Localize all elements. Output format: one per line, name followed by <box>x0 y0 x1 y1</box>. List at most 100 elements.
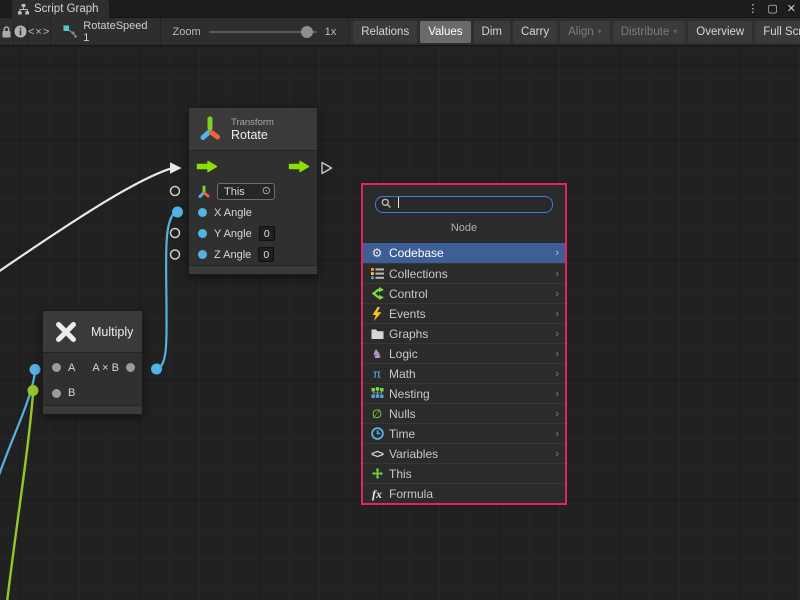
node-menu-item-nulls[interactable]: ∅Nulls› <box>363 403 565 423</box>
script-graph-window: Script Graph ⋮ ▢ ✕ <×> RotateSpeed 1 <box>0 0 800 600</box>
zoom-slider-thumb[interactable] <box>301 26 313 38</box>
zoom-control: Zoom 1x <box>161 18 350 45</box>
null-icon: ∅ <box>369 408 385 420</box>
y-angle-value-field[interactable]: 0 <box>259 226 275 241</box>
control-ports-row <box>189 151 317 181</box>
toolbar-button-distribute[interactable]: Distribute▾ <box>613 21 686 43</box>
code-icon: <×> <box>28 26 50 38</box>
graph-node-icon <box>63 25 77 39</box>
node-menu-item-variables[interactable]: <>Variables› <box>363 443 565 463</box>
toolbar-button-values[interactable]: Values <box>420 21 470 43</box>
control-input-arrow-icon[interactable] <box>196 160 218 173</box>
multiply-row-a: A A × B <box>43 353 142 382</box>
port-y-angle[interactable] <box>198 229 207 238</box>
input-row-y-angle: Y Angle 0 <box>189 223 317 245</box>
menu-item-label: Collections <box>389 267 551 281</box>
this-object-field[interactable]: This ⊙ <box>217 183 275 200</box>
node-footer <box>189 265 317 274</box>
this-field-value: This <box>224 186 258 198</box>
pi-icon: π <box>369 368 385 380</box>
search-input[interactable] <box>375 196 553 213</box>
toolbar-button-carry[interactable]: Carry <box>513 21 557 43</box>
tab-label: Script Graph <box>34 3 99 15</box>
button-label: Align <box>568 26 594 38</box>
submenu-chevron-icon: › <box>555 448 559 460</box>
node-menu-item-codebase[interactable]: ⚙Codebase› <box>363 243 565 263</box>
submenu-chevron-icon: › <box>555 328 559 340</box>
button-label: Values <box>428 26 462 38</box>
object-picker-icon[interactable]: ⊙ <box>262 186 271 197</box>
node-menu-list: ⚙Codebase›Collections›Control›Events›Gra… <box>363 243 565 503</box>
tab-bar: Script Graph ⋮ ▢ ✕ <box>0 0 800 18</box>
node-menu-item-logic[interactable]: ♞Logic› <box>363 343 565 363</box>
port-z-angle[interactable] <box>198 250 207 259</box>
submenu-chevron-icon: › <box>555 348 559 360</box>
unit-code-button[interactable]: <×> <box>28 18 51 45</box>
port-b[interactable] <box>52 389 61 398</box>
node-finder-popup: Node ⚙Codebase›Collections›Control›Event… <box>361 183 567 505</box>
multiply-row-b: B <box>43 382 142 404</box>
button-label: Full Screen <box>763 26 800 38</box>
popup-header: Node <box>363 222 565 234</box>
multiply-icon <box>53 319 79 345</box>
toolbar-button-dim[interactable]: Dim <box>474 21 510 43</box>
output-label: A × B <box>92 362 119 374</box>
info-button[interactable] <box>14 18 28 45</box>
menu-item-label: Control <box>389 287 551 301</box>
text-cursor <box>398 197 399 208</box>
port-label: A <box>68 362 75 374</box>
gear-icon: ⚙ <box>369 247 385 259</box>
node-multiply[interactable]: Multiply A A × B B <box>42 310 143 415</box>
button-label: Carry <box>521 26 549 38</box>
lock-button[interactable] <box>0 18 14 45</box>
breadcrumb[interactable]: RotateSpeed 1 <box>51 18 160 45</box>
dropdown-arrow-icon: ▾ <box>598 27 602 36</box>
menu-item-label: Time <box>389 427 551 441</box>
menu-item-label: Events <box>389 307 551 321</box>
port-a[interactable] <box>52 363 61 372</box>
toolbar-button-full-screen[interactable]: Full Screen <box>755 21 800 43</box>
z-angle-value-field[interactable]: 0 <box>258 247 274 262</box>
node-title: Rotate <box>231 128 274 142</box>
toolbar-button-align[interactable]: Align ▾ <box>560 21 610 43</box>
toolbar-button-relations[interactable]: Relations <box>353 21 417 43</box>
submenu-chevron-icon: › <box>555 388 559 400</box>
node-menu-item-time[interactable]: Time › <box>363 423 565 443</box>
tab-script-graph[interactable]: Script Graph <box>12 0 109 18</box>
maximize-icon[interactable]: ▢ <box>767 0 777 18</box>
port-label: Z Angle <box>214 249 251 261</box>
zoom-slider[interactable] <box>209 31 317 33</box>
menu-item-label: Nulls <box>389 407 551 421</box>
move-arrows-icon <box>369 467 385 480</box>
window-menu-icon[interactable]: ⋮ <box>747 0 758 18</box>
button-label: Distribute <box>621 26 670 38</box>
node-menu-item-math[interactable]: πMath› <box>363 363 565 383</box>
menu-item-label: Nesting <box>389 387 551 401</box>
port-label: Y Angle <box>214 228 252 240</box>
graph-toolbar: <×> RotateSpeed 1 Zoom 1x Relations Value… <box>0 18 800 46</box>
node-menu-item-events[interactable]: Events› <box>363 303 565 323</box>
node-menu-item-nesting[interactable]: Nesting › <box>363 383 565 403</box>
node-menu-item-graphs[interactable]: Graphs› <box>363 323 565 343</box>
port-x-angle[interactable] <box>198 208 207 217</box>
close-icon[interactable]: ✕ <box>787 0 796 18</box>
nested-graph-icon <box>369 387 385 400</box>
menu-item-label: Math <box>389 367 551 381</box>
control-output-arrow-icon[interactable] <box>288 160 310 173</box>
lightning-icon <box>369 307 385 321</box>
menu-item-label: Logic <box>389 347 551 361</box>
node-menu-item-this[interactable]: This <box>363 463 565 483</box>
node-header[interactable]: Multiply <box>43 311 142 353</box>
submenu-chevron-icon: › <box>555 428 559 440</box>
toolbar-button-overview[interactable]: Overview <box>688 21 752 43</box>
node-menu-item-formula[interactable]: fxFormula <box>363 483 565 503</box>
node-menu-item-control[interactable]: Control› <box>363 283 565 303</box>
node-transform-rotate[interactable]: Transform Rotate This ⊙ X Angle <box>188 107 318 275</box>
node-header[interactable]: Transform Rotate <box>189 108 317 151</box>
menu-item-label: This <box>389 467 559 481</box>
node-menu-item-collections[interactable]: Collections› <box>363 263 565 283</box>
graph-hierarchy-icon <box>18 4 29 15</box>
port-result[interactable] <box>126 363 135 372</box>
port-label: B <box>68 387 75 399</box>
zoom-label: Zoom <box>173 26 201 38</box>
